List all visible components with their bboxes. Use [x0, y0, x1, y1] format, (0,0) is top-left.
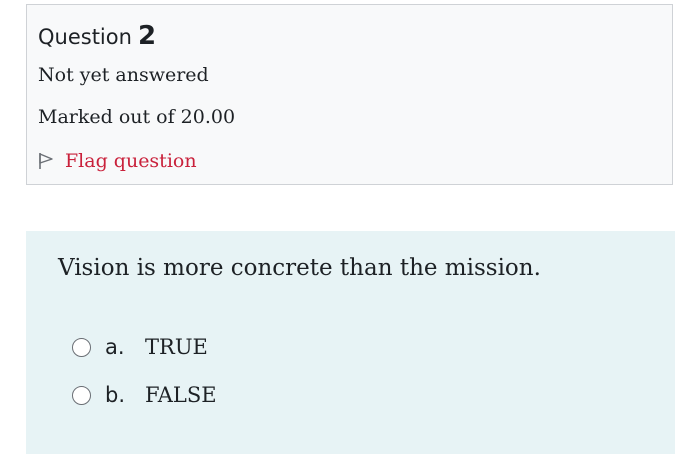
radio-button-a[interactable] [72, 337, 91, 357]
question-heading: Question 2 [38, 21, 156, 53]
radio-button-b[interactable] [72, 385, 91, 405]
flag-icon [37, 152, 55, 170]
quiz-page: Question 2 Not yet answered Marked out o… [0, 0, 700, 454]
question-text: Vision is more concrete than the mission… [58, 255, 541, 281]
answer-text-b: FALSE [145, 383, 217, 407]
answer-letter-b: b. [105, 383, 126, 407]
question-state: Not yet answered [38, 64, 209, 86]
answer-letter-a: a. [105, 335, 125, 359]
flag-question-label: Flag question [65, 150, 197, 172]
answer-text-a: TRUE [145, 335, 208, 359]
answer-option-false[interactable]: b. FALSE [72, 380, 217, 410]
answer-option-true[interactable]: a. TRUE [72, 332, 208, 362]
question-number: 2 [137, 21, 157, 51]
question-label: Question [38, 25, 132, 49]
flag-question-link[interactable]: Flag question [37, 148, 197, 174]
question-content-panel: Vision is more concrete than the mission… [26, 231, 675, 454]
question-grade: Marked out of 20.00 [38, 106, 236, 128]
question-info-panel: Question 2 Not yet answered Marked out o… [26, 4, 673, 185]
